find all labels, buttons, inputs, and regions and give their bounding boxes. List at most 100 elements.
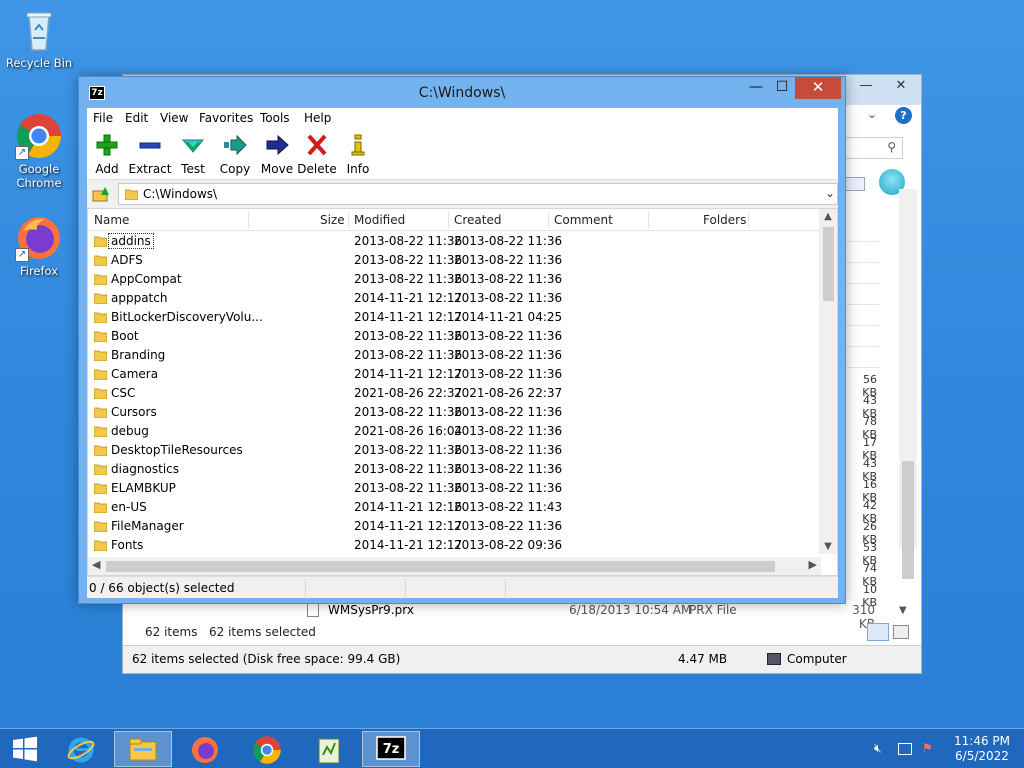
folder-icon <box>94 350 107 361</box>
scroll-left-arrow[interactable]: ◀ <box>92 558 100 571</box>
chevron-down-icon[interactable]: ⌄ <box>825 186 835 200</box>
help-icon[interactable]: ? <box>895 107 912 124</box>
menu-favorites[interactable]: Favorites <box>199 111 253 125</box>
list-item[interactable]: Branding 2013-08-22 11:36 2013-08-22 11:… <box>88 346 819 365</box>
large-icons-view-icon[interactable] <box>893 625 909 639</box>
close-button[interactable]: ✕ <box>795 77 841 99</box>
bg-search-box[interactable]: ⚲ <box>845 137 903 159</box>
add-button[interactable]: Add <box>87 134 127 176</box>
bg-scroll-thumb[interactable] <box>902 461 914 579</box>
taskbar-chrome[interactable] <box>238 731 296 767</box>
bg-vertical-scrollbar[interactable] <box>899 189 917 579</box>
shortcut-arrow-icon: ↗ <box>15 146 29 160</box>
scroll-thumb[interactable] <box>823 227 834 301</box>
column-divider[interactable] <box>348 211 349 229</box>
column-divider[interactable] <box>748 211 749 229</box>
delete-button[interactable]: Delete <box>295 134 339 176</box>
list-item[interactable]: Fonts 2014-11-21 12:17 2013-08-22 09:36 <box>88 536 819 554</box>
list-item[interactable]: ELAMBKUP 2013-08-22 11:36 2013-08-22 11:… <box>88 479 819 498</box>
taskbar-ie[interactable] <box>52 731 110 767</box>
column-divider[interactable] <box>548 211 549 229</box>
list-item[interactable]: en-US 2014-11-21 12:16 2013-08-22 11:43 <box>88 498 819 517</box>
extract-button[interactable]: Extract <box>128 134 172 176</box>
bg-list-row <box>847 242 879 263</box>
maximize-button[interactable]: ☐ <box>769 77 795 99</box>
list-item[interactable]: BitLockerDiscoveryVolu... 2014-11-21 12:… <box>88 308 819 327</box>
scroll-up-arrow[interactable]: ▲ <box>819 211 837 222</box>
folder-icon <box>94 407 107 418</box>
chevron-down-icon[interactable]: ⌄ <box>867 107 877 121</box>
col-modified[interactable]: Modified <box>354 213 405 227</box>
network-icon[interactable] <box>898 743 912 755</box>
list-item[interactable]: ADFS 2013-08-22 11:36 2013-08-22 11:36 <box>88 251 819 270</box>
bg-list-row <box>847 284 879 305</box>
list-item[interactable]: diagnostics 2013-08-22 11:36 2013-08-22 … <box>88 460 819 479</box>
col-name[interactable]: Name <box>94 213 129 227</box>
item-created: 2013-08-22 11:43 <box>454 500 563 514</box>
taskbar-notepadpp[interactable] <box>300 731 358 767</box>
list-item[interactable]: addins 2013-08-22 11:36 2013-08-22 11:36 <box>88 232 819 251</box>
info-button[interactable]: Info <box>338 134 378 176</box>
bg-row-name[interactable]: WMSysPr9.prx <box>328 603 414 617</box>
up-folder-icon[interactable] <box>91 185 113 203</box>
bg-close-button[interactable]: ✕ <box>883 75 919 97</box>
test-button[interactable]: Test <box>173 134 213 176</box>
list-item[interactable]: AppCompat 2013-08-22 11:36 2013-08-22 11… <box>88 270 819 289</box>
column-divider[interactable] <box>448 211 449 229</box>
column-divider[interactable] <box>248 211 249 229</box>
sevenzip-window[interactable]: 7z C:\Windows\ — ☐ ✕ File Edit View Favo… <box>78 76 846 604</box>
copy-button[interactable]: Copy <box>215 134 255 176</box>
col-comment[interactable]: Comment <box>554 213 613 227</box>
desktop-icon-recycle-bin[interactable]: Recycle Bin <box>1 6 77 70</box>
item-created: 2013-08-22 11:36 <box>454 367 563 381</box>
scroll-right-arrow[interactable]: ▶ <box>809 558 817 571</box>
scroll-down-arrow[interactable]: ▼ <box>899 605 907 616</box>
vertical-scrollbar[interactable]: ▲ ▼ <box>819 209 837 554</box>
item-created: 2013-08-22 11:36 <box>454 481 563 495</box>
h-scroll-thumb[interactable] <box>106 561 775 572</box>
desktop-icon-firefox[interactable]: ↗ Firefox <box>1 214 77 278</box>
bg-minimize-button[interactable]: — <box>851 75 881 97</box>
col-size[interactable]: Size <box>320 213 345 227</box>
item-modified: 2013-08-22 11:36 <box>354 234 463 248</box>
desktop-icon-chrome[interactable]: ↗ Google Chrome <box>1 112 77 190</box>
list-item[interactable]: FileManager 2014-11-21 12:17 2013-08-22 … <box>88 517 819 536</box>
volume-muted-icon[interactable]: 🔇︎ <box>874 741 882 756</box>
list-item[interactable]: apppatch 2014-11-21 12:17 2013-08-22 11:… <box>88 289 819 308</box>
list-item[interactable]: Camera 2014-11-21 12:17 2013-08-22 11:36 <box>88 365 819 384</box>
list-item[interactable]: debug 2021-08-26 16:04 2013-08-22 11:36 <box>88 422 819 441</box>
folder-icon <box>94 540 107 551</box>
minimize-button[interactable]: — <box>743 77 769 99</box>
taskbar-file-explorer[interactable] <box>114 731 172 767</box>
menu-edit[interactable]: Edit <box>125 111 148 125</box>
action-center-icon[interactable]: ⚑ <box>922 741 933 755</box>
menu-help[interactable]: Help <box>304 111 331 125</box>
list-item[interactable]: CSC 2021-08-26 22:37 2021-08-26 22:37 <box>88 384 819 403</box>
notepad-plus-plus-icon <box>318 738 340 764</box>
address-input[interactable]: C:\Windows\ ⌄ <box>118 183 838 205</box>
taskbar-clock[interactable]: 11:46 PM 6/5/2022 <box>952 734 1012 764</box>
scroll-down-arrow[interactable]: ▼ <box>819 541 837 552</box>
start-button[interactable] <box>0 731 50 767</box>
search-icon: ⚲ <box>887 140 896 154</box>
taskbar-7zip[interactable]: 7z <box>362 731 420 767</box>
item-modified: 2013-08-22 11:36 <box>354 443 463 457</box>
taskbar-firefox[interactable] <box>176 731 234 767</box>
view-icon[interactable] <box>845 177 865 191</box>
column-divider[interactable] <box>648 211 649 229</box>
move-button[interactable]: Move <box>257 134 297 176</box>
menu-tools[interactable]: Tools <box>260 111 290 125</box>
col-folders[interactable]: Folders <box>703 213 746 227</box>
file-list[interactable]: Name Size Modified Created Comment Folde… <box>87 208 838 576</box>
menu-view[interactable]: View <box>160 111 188 125</box>
sevenzip-titlebar[interactable]: 7z C:\Windows\ — ☐ ✕ <box>79 77 845 107</box>
item-modified: 2014-11-21 12:16 <box>354 500 463 514</box>
list-item[interactable]: Boot 2013-08-22 11:36 2013-08-22 11:36 <box>88 327 819 346</box>
col-created[interactable]: Created <box>454 213 502 227</box>
menu-file[interactable]: File <box>93 111 113 125</box>
addressbar: C:\Windows\ ⌄ <box>87 181 838 207</box>
horizontal-scrollbar[interactable]: ◀ ▶ <box>88 557 821 575</box>
details-view-icon[interactable] <box>867 623 889 641</box>
list-item[interactable]: DesktopTileResources 2013-08-22 11:36 20… <box>88 441 819 460</box>
list-item[interactable]: Cursors 2013-08-22 11:36 2013-08-22 11:3… <box>88 403 819 422</box>
